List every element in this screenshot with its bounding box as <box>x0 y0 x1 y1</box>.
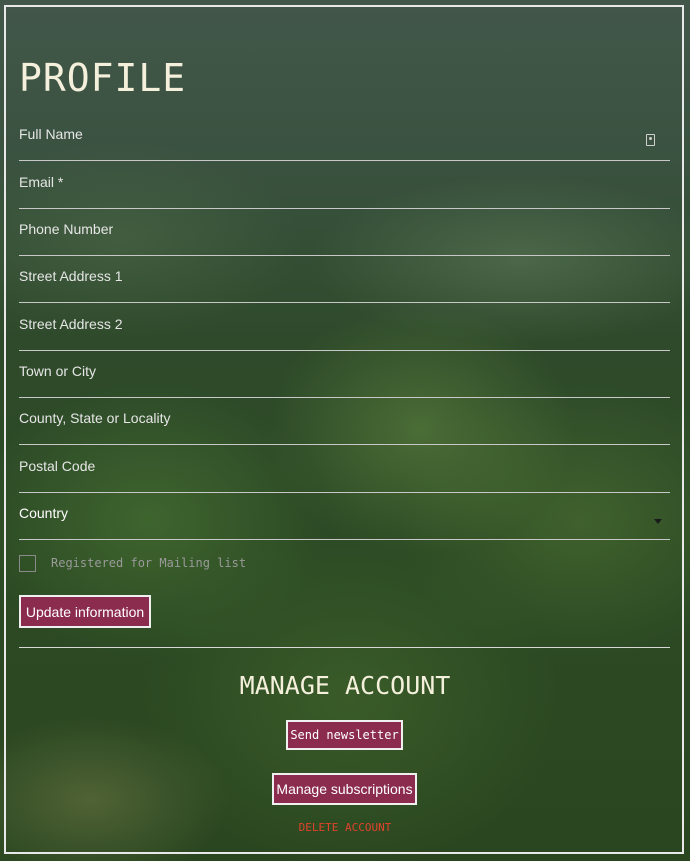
postal-code-field[interactable]: Postal Code <box>19 446 674 493</box>
postal-code-input[interactable] <box>19 446 674 492</box>
street-address-2-input[interactable] <box>19 304 674 350</box>
mailing-list-checkbox[interactable] <box>19 555 36 572</box>
manage-account-title: MANAGE ACCOUNT <box>239 671 451 700</box>
delete-account-link[interactable]: DELETE ACCOUNT <box>0 821 690 834</box>
street-address-1-field[interactable]: Street Address 1 <box>19 256 674 303</box>
county-field[interactable]: County, State or Locality <box>19 398 674 445</box>
mailing-list-label: Registered for Mailing list <box>51 556 247 570</box>
country-select[interactable]: Country <box>19 493 670 540</box>
page-title: PROFILE <box>19 56 187 100</box>
full-name-input[interactable] <box>19 114 674 160</box>
phone-field[interactable]: Phone Number <box>19 209 674 256</box>
chevron-down-icon <box>654 519 662 524</box>
contact-card-icon <box>646 134 655 146</box>
country-label: Country <box>19 505 69 521</box>
town-input[interactable] <box>19 351 674 397</box>
street-address-2-field[interactable]: Street Address 2 <box>19 304 674 351</box>
street-address-1-input[interactable] <box>19 256 674 302</box>
town-field[interactable]: Town or City <box>19 351 674 398</box>
phone-input[interactable] <box>19 209 674 255</box>
email-field[interactable]: Email * <box>19 162 674 209</box>
manage-subscriptions-button[interactable]: Manage subscriptions <box>272 773 417 805</box>
county-input[interactable] <box>19 398 674 444</box>
full-name-field[interactable]: Full Name <box>19 114 674 161</box>
send-newsletter-button[interactable]: Send newsletter <box>286 720 403 750</box>
update-information-button[interactable]: Update information <box>19 595 151 628</box>
email-input[interactable] <box>19 162 674 208</box>
section-divider <box>19 647 670 648</box>
